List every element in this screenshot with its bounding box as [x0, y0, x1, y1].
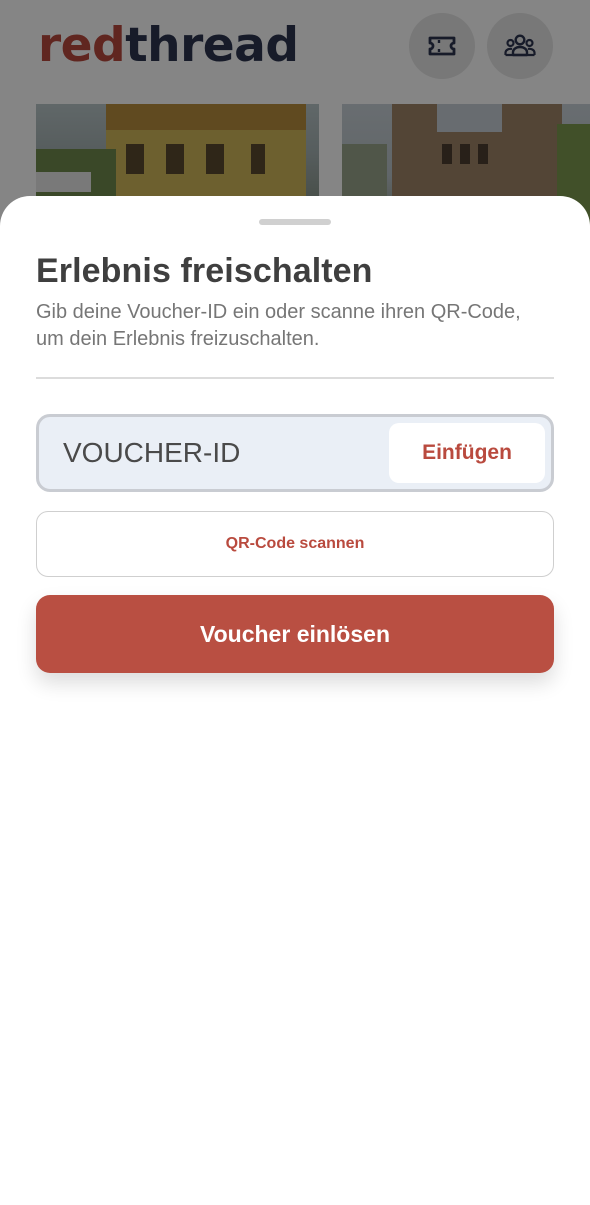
sheet-drag-handle[interactable]: [259, 219, 331, 225]
sheet-title: Erlebnis freischalten: [36, 252, 373, 290]
sheet-description: Gib deine Voucher-ID ein oder scanne ihr…: [36, 301, 521, 350]
paste-button[interactable]: Einfügen: [389, 423, 545, 483]
scan-qr-code-button[interactable]: QR-Code scannen: [36, 511, 554, 577]
redeem-voucher-button[interactable]: Voucher einlösen: [36, 595, 554, 673]
voucher-id-input[interactable]: [63, 417, 383, 489]
unlock-experience-sheet: Erlebnis freischalten Gib deine Voucher-…: [0, 196, 590, 1205]
voucher-id-field: Einfügen: [36, 414, 554, 492]
divider: [36, 377, 554, 379]
